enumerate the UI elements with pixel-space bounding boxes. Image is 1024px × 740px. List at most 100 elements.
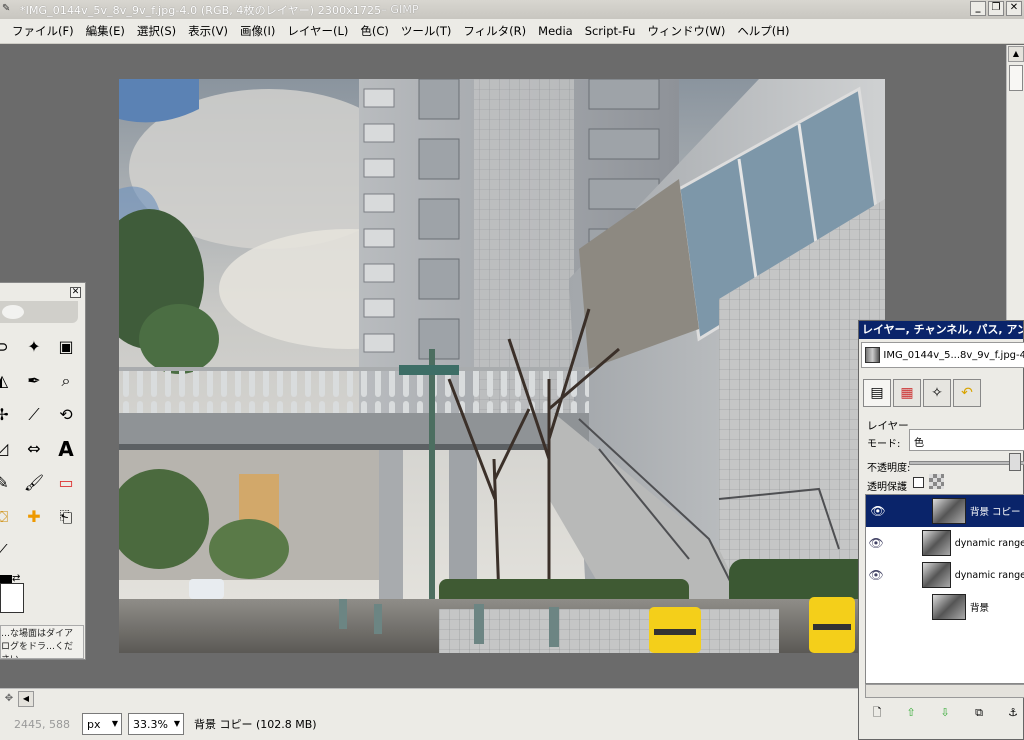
opacity-slider[interactable] [909,461,1024,465]
gimp-app-icon: ✎ [2,2,11,14]
window-controls: _ ❐ ✕ [970,1,1022,16]
pencil-tool-icon[interactable]: ✎ [0,471,14,495]
color-picker-tool-icon[interactable]: ✒ [22,369,46,393]
text-tool-icon[interactable]: A [54,437,78,461]
layer-list-scrollbar[interactable] [865,684,1024,698]
tab-paths-icon[interactable]: ✧ [923,379,951,407]
layers-dock: レイヤー, チャンネル, パス, アンドゥ IMG_0144v_5...8v_9… [858,320,1024,740]
image-thumbnail [865,347,881,363]
eye-icon[interactable]: 👁 [866,536,886,550]
image-select[interactable]: IMG_0144v_5...8v_9v_f.jpg-4 [861,342,1024,368]
move-tool-icon[interactable]: ✢ [0,403,14,427]
dock-title: レイヤー, チャンネル, パス, アンドゥ [859,321,1023,339]
vertical-scroll-thumb[interactable] [1009,65,1023,91]
maximize-button[interactable]: ❐ [988,1,1004,16]
anchor-layer-icon[interactable]: ⚓ [1003,703,1023,723]
eye-icon[interactable]: 👁 [866,568,886,582]
photo-illustration [119,79,885,653]
menu-image[interactable]: 画像(I) [234,23,281,39]
scroll-left-arrow-icon[interactable]: ◀ [18,690,34,707]
menu-filters[interactable]: フィルタ(R) [457,23,532,39]
menu-bar: ファイル(F) 編集(E) 選択(S) 表示(V) 画像(I) レイヤー(L) … [0,19,1024,44]
layer-row[interactable]: 👁 dynamic range [866,559,1024,591]
layer-row[interactable]: 👁 背景 コピー [866,495,1024,527]
menu-colors[interactable]: 色(C) [354,23,395,39]
toolbox-window: ✕ ⊃ ✦ ▣ ◭ ✒ ⌕ ✢ ⟋ ⟲ ◿ ⇔ A ✎ 🖌 ▭ ⛋ ✚ ⎗ ⟋ … [0,282,86,660]
opacity-slider-handle[interactable] [1009,453,1021,471]
wilber-drop-area[interactable] [0,301,78,323]
paths-tool-icon[interactable]: ◭ [0,369,14,393]
layer-list: 👁 背景 コピー 👁 dynamic range 👁 dynamic range [865,494,1024,684]
checkerboard-icon [929,474,944,489]
menu-tools[interactable]: ツール(T) [395,23,458,39]
measure-tool-icon[interactable]: ⟋ [22,403,46,427]
tab-channels-icon[interactable]: ▦ [893,379,921,407]
toolbox-drop-hint: …な場面はダイアログをドラ…ください [0,625,84,659]
paintbrush-tool-icon[interactable]: 🖌 [22,471,46,495]
menu-help[interactable]: ヘルプ(H) [731,23,795,39]
layer-status-text: 背景 コピー (102.8 MB) [194,718,317,731]
raise-layer-icon[interactable]: ⇧ [901,703,921,723]
pointer-coordinates: 2445, 588 [14,717,70,731]
menu-script-fu[interactable]: Script-Fu [579,24,642,38]
perspective-tool-icon[interactable]: ◿ [0,437,14,461]
image-select-value: IMG_0144v_5...8v_9v_f.jpg-4 [883,349,1024,361]
menu-file[interactable]: ファイル(F) [6,23,80,39]
mode-select[interactable]: 色 [909,429,1024,451]
scroll-up-arrow-icon[interactable]: ▲ [1008,46,1024,62]
eraser-tool-icon[interactable]: ▭ [54,471,78,495]
lock-alpha-checkbox[interactable] [913,477,924,488]
lasso-tool-icon[interactable]: ⊃ [0,335,14,359]
smudge-tool-icon[interactable]: ⟋ [0,539,14,563]
layer-thumbnail [921,562,951,588]
select-by-color-tool-icon[interactable]: ▣ [54,335,78,359]
layer-thumbnail [932,498,966,524]
rotate-tool-icon[interactable]: ⟲ [54,403,78,427]
gimp-window: ✎ *IMG_0144v_5v_8v_9v_f.jpg-4.0 (RGB, 4枚… [0,0,1024,740]
duplicate-layer-icon[interactable]: ⧉ [969,703,989,723]
layer-name[interactable]: dynamic range [955,538,1024,549]
clone-tool-icon[interactable]: ⎗ [54,505,78,529]
layer-name[interactable]: 背景 [970,600,989,614]
tab-layers-icon[interactable]: ▤ [863,379,891,407]
layer-name[interactable]: dynamic range [955,570,1024,581]
heal-tool-icon[interactable]: ✚ [22,505,46,529]
layer-name[interactable]: 背景 コピー [970,504,1021,518]
menu-view[interactable]: 表示(V) [182,23,234,39]
eye-icon[interactable]: 👁 [866,504,890,518]
flip-tool-icon[interactable]: ⇔ [22,437,46,461]
hdr-city-photo[interactable] [119,79,885,653]
tab-undo-icon[interactable]: ↶ [953,379,981,407]
new-layer-icon[interactable]: 🗋 [867,703,887,723]
menu-edit[interactable]: 編集(E) [80,23,131,39]
menu-media[interactable]: Media [532,24,579,38]
menu-windows[interactable]: ウィンドウ(W) [641,23,731,39]
fuzzy-select-tool-icon[interactable]: ✦ [22,335,46,359]
close-button[interactable]: ✕ [1006,1,1022,16]
toolbox-close-icon[interactable]: ✕ [70,287,81,298]
chevron-down-icon: ▼ [173,719,181,728]
menu-layer[interactable]: レイヤー(L) [281,23,354,39]
zoom-select[interactable]: 33.3% ▼ [128,713,184,735]
swap-colors-icon[interactable]: ⇄ [12,573,20,584]
minimize-button[interactable]: _ [970,1,986,16]
layer-row[interactable]: 👁 dynamic range [866,527,1024,559]
opacity-label: 不透明度: [867,463,911,474]
bucket-fill-tool-icon[interactable]: ⛋ [0,505,14,529]
horizontal-scrollbar[interactable]: ✥ ◀ [0,688,860,708]
unit-select[interactable]: px ▼ [82,713,122,735]
layer-thumbnail [932,594,966,620]
mode-label: モード: [867,439,901,450]
layer-row[interactable]: 背景 [866,591,1024,623]
menu-select[interactable]: 選択(S) [131,23,182,39]
dock-tabs: ▤ ▦ ✧ ↶ [863,379,981,407]
image-canvas-area[interactable] [0,45,1006,688]
window-title: *IMG_0144v_5v_8v_9v_f.jpg-4.0 (RGB, 4枚のレ… [20,3,382,17]
navigate-icon[interactable]: ✥ [0,690,18,708]
layer-buttons: 🗋 ⇧ ⇩ ⧉ ⚓ [867,703,1023,723]
layer-thumbnail [921,530,951,556]
background-color-swatch[interactable] [0,583,24,613]
zoom-tool-icon[interactable]: ⌕ [54,369,78,393]
lower-layer-icon[interactable]: ⇩ [935,703,955,723]
layers-section-title: レイヤー [867,420,909,432]
